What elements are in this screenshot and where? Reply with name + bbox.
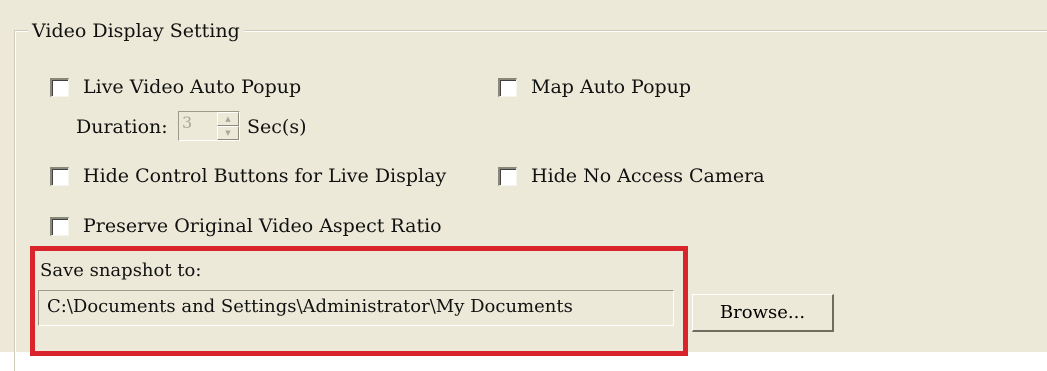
map-auto-popup-checkbox[interactable] bbox=[498, 77, 517, 97]
duration-label: Duration: bbox=[76, 116, 168, 138]
map-auto-popup-label: Map Auto Popup bbox=[531, 76, 692, 98]
preserve-aspect-ratio-label: Preserve Original Video Aspect Ratio bbox=[83, 215, 442, 237]
preserve-aspect-ratio-option[interactable]: Preserve Original Video Aspect Ratio bbox=[50, 215, 442, 237]
hide-no-access-camera-checkbox[interactable] bbox=[498, 166, 517, 186]
duration-unit: Sec(s) bbox=[247, 116, 307, 138]
duration-stepper[interactable]: 3 ▲ ▼ bbox=[178, 111, 240, 141]
hide-control-buttons-option[interactable]: Hide Control Buttons for Live Display bbox=[50, 165, 446, 187]
duration-value: 3 bbox=[182, 113, 193, 132]
hide-control-buttons-label: Hide Control Buttons for Live Display bbox=[83, 165, 447, 187]
highlight-box bbox=[30, 246, 688, 356]
group-title: Video Display Setting bbox=[28, 20, 244, 42]
preserve-aspect-ratio-checkbox[interactable] bbox=[50, 216, 69, 236]
browse-button[interactable]: Browse... bbox=[692, 294, 834, 332]
live-video-auto-popup-label: Live Video Auto Popup bbox=[83, 76, 302, 98]
live-video-auto-popup-option[interactable]: Live Video Auto Popup bbox=[50, 76, 301, 98]
map-auto-popup-option[interactable]: Map Auto Popup bbox=[498, 76, 691, 98]
hide-no-access-camera-option[interactable]: Hide No Access Camera bbox=[498, 165, 765, 187]
settings-panel: Video Display Setting Live Video Auto Po… bbox=[0, 0, 1047, 371]
hide-no-access-camera-label: Hide No Access Camera bbox=[531, 165, 765, 187]
spin-down-icon[interactable]: ▼ bbox=[217, 126, 239, 140]
duration-spin-buttons: ▲ ▼ bbox=[217, 112, 239, 140]
spin-up-icon[interactable]: ▲ bbox=[217, 112, 239, 126]
hide-control-buttons-checkbox[interactable] bbox=[50, 166, 69, 186]
live-video-auto-popup-checkbox[interactable] bbox=[50, 77, 69, 97]
